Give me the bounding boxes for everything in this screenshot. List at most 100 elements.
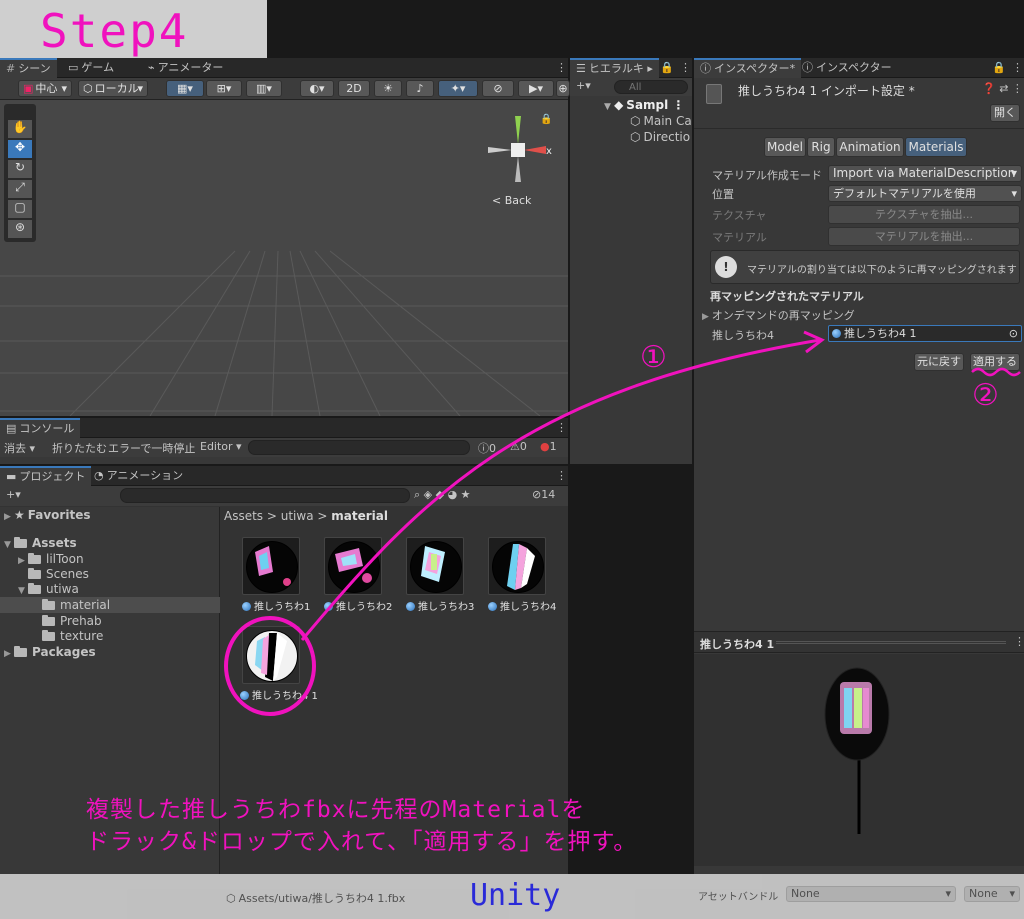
- shading-mode-button[interactable]: ◐▾: [300, 80, 334, 97]
- preview-title: 推しうちわ4 1: [700, 638, 775, 651]
- asset-thumb-1[interactable]: [242, 537, 300, 595]
- editor-dropdown[interactable]: Editor ▾: [200, 440, 242, 453]
- tab-rig[interactable]: Rig: [807, 137, 835, 157]
- location-dropdown[interactable]: デフォルトマテリアルを使用: [828, 185, 1022, 202]
- space-dropdown[interactable]: ⬡ ローカル: [78, 80, 148, 97]
- inspector-title: 推しうちわ4 1 インポート設定 *: [738, 84, 915, 98]
- rotate-tool-icon[interactable]: ↻: [8, 160, 32, 178]
- tree-assets[interactable]: ▼ Assets: [4, 535, 77, 551]
- transform-tool-icon[interactable]: ⊛: [8, 220, 32, 238]
- tab-materials[interactable]: Materials: [905, 137, 967, 157]
- error-count[interactable]: ●1: [540, 440, 557, 453]
- tree-item-directional-light[interactable]: ⬡ Directio: [630, 129, 690, 145]
- asset-thumb-3[interactable]: [406, 537, 464, 595]
- tree-scenes[interactable]: Scenes: [28, 566, 89, 582]
- lock-icon[interactable]: 🔒: [540, 114, 552, 125]
- console-search-input[interactable]: [248, 440, 470, 455]
- pivot-dropdown[interactable]: ▣ 中心: [18, 80, 72, 97]
- asset-label-4: 推しうちわ4: [488, 598, 556, 613]
- more-icon[interactable]: ⋮: [550, 418, 573, 438]
- material-label: マテリアル: [712, 231, 767, 244]
- lighting-toggle[interactable]: ☀: [374, 80, 402, 97]
- tree-packages[interactable]: ▶ Packages: [4, 644, 96, 660]
- folder-icon: [28, 553, 41, 564]
- effects-toggle[interactable]: ✦▾: [438, 80, 478, 97]
- hidden-packages-count[interactable]: ⊘14: [532, 488, 555, 501]
- tab-hierarchy[interactable]: ☰ ヒエラルキ ▸: [570, 58, 659, 78]
- open-button[interactable]: 開く: [990, 104, 1020, 122]
- tab-model[interactable]: Model: [764, 137, 806, 157]
- grid-snap-button[interactable]: ▦▾: [166, 80, 204, 97]
- breadcrumb-assets[interactable]: Assets: [224, 509, 263, 523]
- asset-thumb-2[interactable]: [324, 537, 382, 595]
- breadcrumb-utiwa[interactable]: utiwa: [281, 509, 314, 523]
- snap-increment-button[interactable]: ⊞▾: [206, 80, 242, 97]
- tree-utiwa[interactable]: ▼ utiwa: [18, 581, 79, 597]
- tree-prehab[interactable]: Prehab: [42, 613, 102, 629]
- camera-button[interactable]: ▶▾: [518, 80, 554, 97]
- 2d-toggle[interactable]: 2D: [338, 80, 370, 97]
- grid-visibility-button[interactable]: ▥▾: [246, 80, 282, 97]
- help-icon[interactable]: ❓ ⇄ ⋮: [982, 82, 1023, 95]
- tree-liltoon[interactable]: ▶ lilToon: [18, 551, 84, 567]
- tab-console[interactable]: ▤ コンソール: [0, 418, 81, 438]
- search-type-icon[interactable]: ⌕ ◈ ◆ ◕ ★: [414, 488, 471, 502]
- move-tool-icon[interactable]: ✥: [8, 140, 32, 158]
- object-picker-icon[interactable]: ⊙: [1009, 326, 1018, 341]
- asset-thumb-4[interactable]: [488, 537, 546, 595]
- info-count[interactable]: ⓘ0: [478, 440, 496, 456]
- asset-bundle-label: アセットバンドル: [698, 892, 779, 903]
- hidden-objects-toggle[interactable]: ⊘: [482, 80, 514, 97]
- orientation-gizmo[interactable]: y x: [484, 116, 554, 186]
- creation-mode-dropdown[interactable]: Import via MaterialDescription: [828, 165, 1022, 182]
- material-slot-field[interactable]: 推しうちわ4 1 ⊙: [828, 325, 1022, 342]
- preview-area[interactable]: [694, 654, 1024, 866]
- hand-tool-icon[interactable]: ✋: [8, 120, 32, 138]
- tab-animation[interactable]: ◔ アニメーション: [88, 466, 189, 486]
- folder-icon: [42, 615, 55, 626]
- on-demand-foldout[interactable]: ▶ オンデマンドの再マッピング: [702, 307, 855, 323]
- add-icon[interactable]: +▾: [576, 79, 591, 92]
- add-icon[interactable]: +▾: [6, 488, 21, 501]
- asset-bundle-dropdown[interactable]: None: [786, 886, 956, 902]
- apply-button[interactable]: 適用する: [970, 353, 1020, 371]
- scene-viewport[interactable]: [0, 101, 568, 416]
- clear-button[interactable]: 消去 ▾: [4, 440, 35, 456]
- asset-label-3: 推しうちわ3: [406, 598, 474, 613]
- tree-favorites[interactable]: ▶ ★ Favorites: [4, 507, 90, 523]
- extract-textures-button[interactable]: テクスチャを抽出...: [828, 205, 1020, 224]
- tree-item-main-camera[interactable]: ⬡ Main Ca: [630, 113, 692, 129]
- error-pause-button[interactable]: エラーで一時停止: [108, 440, 195, 456]
- tab-project[interactable]: ▬ プロジェクト: [0, 466, 92, 486]
- tab-animator[interactable]: ⌁ アニメーター: [142, 58, 229, 78]
- tree-texture[interactable]: texture: [42, 628, 103, 644]
- warning-count[interactable]: ⚠0: [510, 440, 527, 453]
- more-icon[interactable]: ⋮: [1014, 635, 1024, 648]
- asset-variant-dropdown[interactable]: None: [964, 886, 1020, 902]
- project-search-input[interactable]: [120, 488, 410, 503]
- tab-inspector-1[interactable]: ⓘ インスペクター*: [694, 58, 802, 78]
- breadcrumb-material[interactable]: material: [331, 509, 388, 523]
- preview-splitter[interactable]: [776, 641, 1006, 644]
- tab-scene[interactable]: # シーン: [0, 58, 57, 78]
- hierarchy-search-input[interactable]: [614, 80, 688, 94]
- folder-icon: [14, 646, 27, 657]
- scale-tool-icon[interactable]: ⤢: [8, 180, 32, 198]
- status-path: ⬡ Assets/utiwa/推しうちわ4 1.fbx: [226, 892, 406, 905]
- axis-y-label: y: [512, 116, 518, 117]
- more-icon[interactable]: ⋮: [1006, 58, 1024, 78]
- tree-item-scene[interactable]: ▼ ◆ Sampl ⋮: [604, 97, 684, 113]
- more-icon[interactable]: ⋮: [550, 466, 573, 486]
- gizmos-button[interactable]: ⊕: [556, 80, 570, 97]
- extract-materials-button[interactable]: マテリアルを抽出...: [828, 227, 1020, 246]
- tree-material[interactable]: material: [42, 597, 110, 613]
- asset-thumb-5[interactable]: [242, 626, 300, 684]
- tab-game[interactable]: ▭ ゲーム: [62, 58, 120, 78]
- divider: [694, 128, 1024, 129]
- tab-animation[interactable]: Animation: [836, 137, 904, 157]
- collapse-button[interactable]: 折りたたむ: [52, 440, 107, 456]
- rect-tool-icon[interactable]: ▢: [8, 200, 32, 218]
- revert-button[interactable]: 元に戻す: [914, 353, 964, 371]
- tab-inspector-2[interactable]: ⓘ インスペクター: [796, 58, 898, 78]
- audio-toggle[interactable]: ♪: [406, 80, 434, 97]
